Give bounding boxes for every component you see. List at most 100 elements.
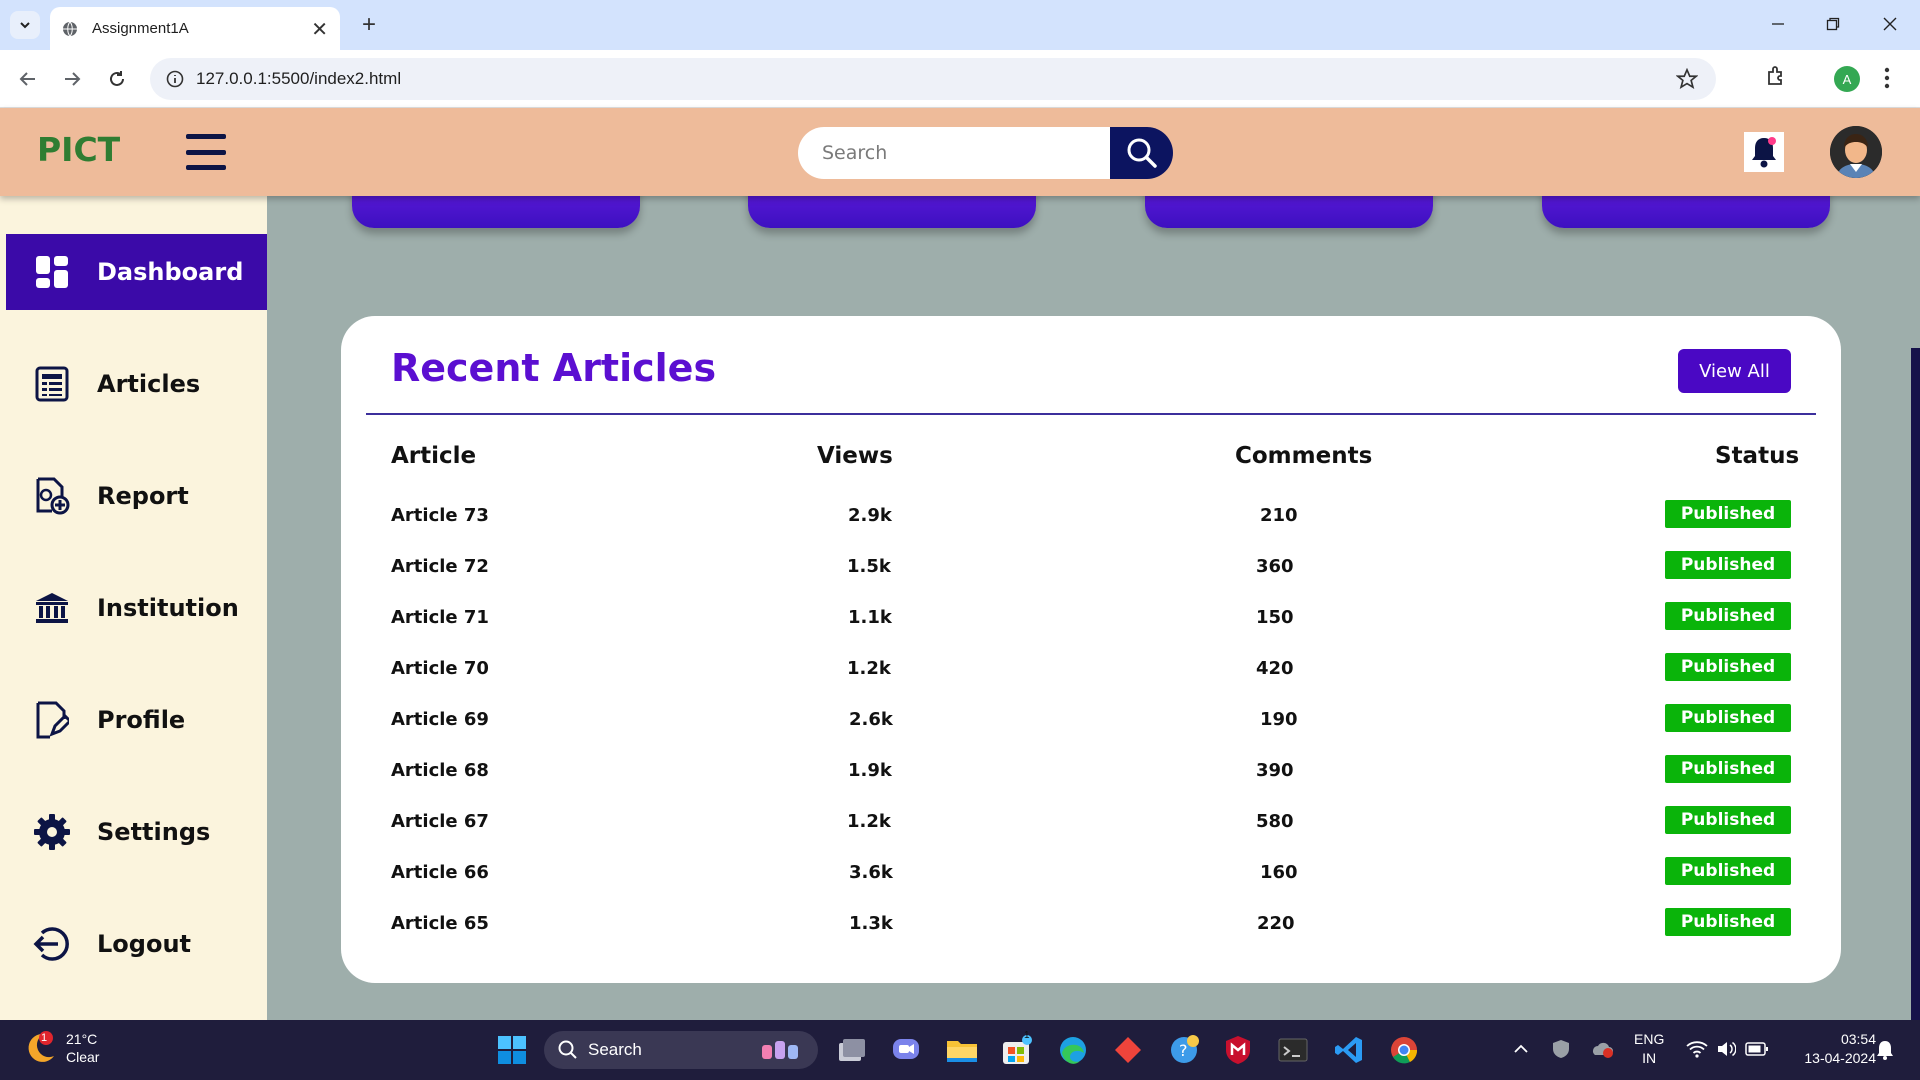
sidebar-item-report[interactable]: Report [6, 458, 267, 534]
status-badge: Published [1665, 806, 1791, 834]
browser-tabstrip: Assignment1A ✕ + [0, 0, 1920, 50]
views-cell: 3.6k [849, 862, 893, 883]
battery-icon[interactable] [1745, 1041, 1769, 1057]
search-icon [1127, 138, 1157, 168]
forward-button[interactable] [57, 64, 87, 94]
table-row: Article 68 1.9k 390 Published [341, 751, 1841, 802]
search-input[interactable] [798, 127, 1110, 179]
reload-icon [110, 71, 124, 86]
sidebar-item-articles[interactable]: Articles [6, 346, 267, 422]
tab-search-button[interactable] [10, 11, 40, 39]
tab-title: Assignment1A [92, 20, 189, 37]
terminal-button[interactable] [1277, 1034, 1309, 1066]
more-vert-icon[interactable] [1884, 66, 1890, 90]
sidebar-item-label: Articles [97, 370, 201, 398]
article-cell: Article 65 [391, 913, 489, 934]
table-row: Article 71 1.1k 150 Published [341, 598, 1841, 649]
table-row: Article 67 1.2k 580 Published [341, 802, 1841, 853]
notifications-button[interactable] [1744, 132, 1784, 172]
new-tab-button[interactable]: + [354, 10, 384, 40]
views-cell: 1.1k [848, 607, 892, 628]
settings-icon [31, 811, 73, 853]
help-button[interactable]: ? [1168, 1034, 1200, 1066]
sidebar: Dashboard Articles Report Institution Pr… [0, 196, 267, 1020]
mcafee-tray-icon[interactable] [1551, 1039, 1571, 1059]
extensions-icon[interactable] [1765, 64, 1789, 88]
bell-icon [1752, 137, 1776, 168]
weather-temp: 21°C [66, 1031, 98, 1047]
chrome-button[interactable] [1388, 1034, 1420, 1066]
view-all-button[interactable]: View All [1678, 349, 1791, 393]
chat-icon [893, 1039, 919, 1059]
views-cell: 1.2k [847, 658, 891, 679]
app-header: PICT [0, 108, 1920, 196]
recent-articles-title: Recent Articles [391, 346, 717, 390]
shield-icon [1226, 1036, 1250, 1064]
column-header-article: Article [391, 443, 477, 469]
sidebar-item-label: Report [97, 482, 189, 510]
sidebar-item-label: Institution [97, 594, 239, 622]
teams-chat-button[interactable] [890, 1034, 922, 1066]
close-tab-icon[interactable]: ✕ [311, 17, 328, 41]
sidebar-item-label: Logout [97, 930, 192, 958]
edge-button[interactable] [1057, 1034, 1089, 1066]
sidebar-item-institution[interactable]: Institution [6, 570, 267, 646]
column-header-comments: Comments [1235, 443, 1373, 469]
user-avatar[interactable] [1830, 126, 1882, 178]
back-button[interactable] [13, 64, 43, 94]
article-cell: Article 69 [391, 709, 489, 730]
address-bar[interactable]: 127.0.0.1:5500/index2.html [150, 58, 1716, 100]
logout-icon [31, 923, 73, 965]
browser-tab[interactable]: Assignment1A ✕ [50, 7, 340, 50]
vscode-button[interactable] [1333, 1034, 1365, 1066]
sidebar-item-dashboard[interactable]: Dashboard [6, 234, 267, 310]
views-cell: 1.3k [849, 913, 893, 934]
table-row: Article 69 2.6k 190 Published [341, 700, 1841, 751]
wifi-icon[interactable] [1686, 1040, 1708, 1058]
weather-desc: Clear [66, 1049, 100, 1065]
restore-button[interactable] [1813, 8, 1853, 40]
site-info-icon[interactable] [166, 70, 184, 88]
weather-badge: 1 [41, 1032, 48, 1044]
sidebar-item-profile[interactable]: Profile [6, 682, 267, 758]
weather-widget[interactable]: 1 21°C Clear [22, 1030, 99, 1066]
sidebar-item-label: Profile [97, 706, 186, 734]
browser-profile-avatar[interactable]: A [1834, 66, 1860, 92]
clock[interactable]: 03:54 13-04-2024 [1786, 1030, 1876, 1068]
menu-toggle-icon[interactable] [186, 134, 226, 170]
status-badge: Published [1665, 602, 1791, 630]
microsoft-store-button[interactable]: 1 [1001, 1030, 1033, 1066]
taskbar-search-label: Search [588, 1040, 642, 1059]
comments-cell: 420 [1256, 658, 1294, 679]
file-explorer-button[interactable] [946, 1034, 978, 1066]
onedrive-icon[interactable] [1590, 1040, 1614, 1058]
article-cell: Article 71 [391, 607, 489, 628]
volume-icon[interactable] [1716, 1040, 1736, 1058]
url-text[interactable]: 127.0.0.1:5500/index2.html [196, 69, 401, 89]
taskbar-search[interactable]: Search [544, 1031, 818, 1069]
search-button[interactable] [1110, 127, 1173, 179]
mcafee-button[interactable] [1222, 1034, 1254, 1066]
chevron-up-icon[interactable] [1513, 1042, 1529, 1056]
bookmark-star-icon[interactable] [1676, 68, 1698, 90]
sidebar-item-logout[interactable]: Logout [6, 906, 267, 982]
arrow-right-icon [65, 72, 81, 86]
views-cell: 2.9k [848, 505, 892, 526]
comments-cell: 150 [1256, 607, 1294, 628]
minimize-button[interactable] [1758, 8, 1798, 40]
sidebar-item-settings[interactable]: Settings [6, 794, 267, 870]
site-logo: PICT [37, 130, 121, 169]
scrollbar[interactable] [1911, 348, 1920, 1020]
close-window-button[interactable] [1870, 8, 1910, 40]
column-header-status: Status [1715, 443, 1800, 469]
task-view-button[interactable] [836, 1034, 868, 1066]
status-badge: Published [1665, 755, 1791, 783]
start-button[interactable] [496, 1034, 528, 1066]
comments-cell: 190 [1260, 709, 1298, 730]
notification-bell-icon[interactable] [1876, 1040, 1894, 1060]
anydesk-button[interactable] [1112, 1034, 1144, 1066]
language-indicator[interactable]: ENG IN [1634, 1030, 1664, 1068]
reload-button[interactable] [102, 64, 132, 94]
close-icon [1883, 17, 1897, 31]
divider [366, 413, 1816, 415]
